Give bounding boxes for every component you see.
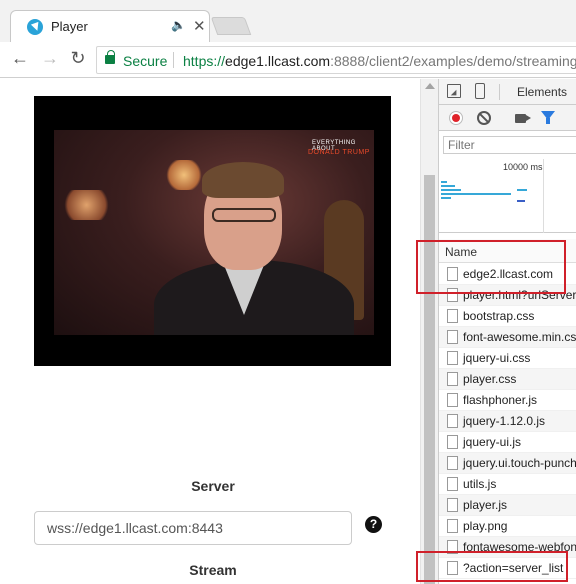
request-name: player.js <box>463 498 508 512</box>
toolbar-divider <box>499 84 500 100</box>
url-text[interactable]: https://edge1.llcast.com:8888/client2/ex… <box>183 53 576 69</box>
file-icon <box>447 456 458 470</box>
url-host: edge1.llcast.com <box>225 53 331 69</box>
navigation-bar: ← → ↻ Secure https://edge1.llcast.com:88… <box>0 42 576 78</box>
file-icon <box>447 393 458 407</box>
url-path: :8888/client2/examples/demo/streaming <box>330 53 576 69</box>
person-hair <box>202 162 284 198</box>
timeline-bar <box>441 181 447 183</box>
request-name: jquery-ui.css <box>463 351 531 365</box>
request-row[interactable]: jquery-1.12.0.js <box>439 411 576 432</box>
stream-label: Stream <box>189 562 237 578</box>
new-tab-button[interactable] <box>210 17 252 35</box>
request-name: utils.js <box>463 477 497 491</box>
request-name: font-awesome.min.css <box>463 330 576 344</box>
tab-player[interactable]: Player 🔈 ✕ <box>10 10 210 42</box>
device-toggle-icon[interactable] <box>475 83 485 99</box>
page-scrollbar[interactable] <box>420 79 438 584</box>
request-name: jquery-1.12.0.js <box>463 414 546 428</box>
request-name: bootstrap.css <box>463 309 535 323</box>
reload-icon[interactable]: ↻ <box>66 48 90 69</box>
highlight-box-first-request <box>416 240 566 294</box>
request-row[interactable]: jquery.ui.touch-punch <box>439 453 576 474</box>
forward-arrow-icon[interactable]: → <box>38 48 62 69</box>
video-player[interactable]: EVERYTHING ABOUT DONALD TRUMP <box>34 96 391 366</box>
request-name: flashphoner.js <box>463 393 538 407</box>
file-icon <box>447 477 458 491</box>
filter-input[interactable] <box>443 136 576 154</box>
record-icon[interactable] <box>449 111 463 125</box>
file-icon <box>447 309 458 323</box>
file-icon <box>447 351 458 365</box>
scroll-up-arrow-icon[interactable] <box>425 83 435 89</box>
capture-screenshots-icon[interactable] <box>515 114 531 123</box>
clear-icon[interactable] <box>477 111 491 125</box>
file-icon <box>447 435 458 449</box>
secure-label[interactable]: Secure <box>123 53 167 69</box>
devtools-panel: Elements 10000 ms Name edge2.llcast.comp… <box>438 79 576 584</box>
network-toolbar <box>439 105 576 131</box>
timeline-gridline <box>543 159 544 233</box>
server-label: Server <box>191 478 235 494</box>
timeline-bar <box>441 193 511 195</box>
request-name: player.css <box>463 372 517 386</box>
highlight-box-last-request <box>416 551 568 582</box>
tab-elements[interactable]: Elements <box>517 85 567 99</box>
request-row[interactable]: jquery-ui.css <box>439 348 576 369</box>
devtools-toolbar: Elements <box>439 79 576 105</box>
lamp-light-left <box>59 190 114 220</box>
file-icon <box>447 498 458 512</box>
lamp-light <box>164 160 204 190</box>
request-row[interactable]: player.css <box>439 369 576 390</box>
request-row[interactable]: bootstrap.css <box>439 306 576 327</box>
request-name: jquery.ui.touch-punch <box>463 456 576 470</box>
file-icon <box>447 414 458 428</box>
lock-icon[interactable] <box>105 50 115 64</box>
timeline-bar <box>441 185 455 187</box>
server-input[interactable] <box>34 511 352 545</box>
request-row[interactable]: player.js <box>439 495 576 516</box>
timeline-bar <box>517 189 527 191</box>
help-icon[interactable]: ? <box>365 516 382 533</box>
inspect-element-icon[interactable] <box>447 84 461 98</box>
video-caption-bottom: DONALD TRUMP <box>308 149 370 156</box>
request-row[interactable]: font-awesome.min.css <box>439 327 576 348</box>
back-arrow-icon[interactable]: ← <box>8 48 32 69</box>
request-name: play.png <box>463 519 508 533</box>
timeline-bar <box>517 200 525 202</box>
page-content: EVERYTHING ABOUT DONALD TRUMP Server ? S… <box>0 79 420 584</box>
request-row[interactable]: play.png <box>439 516 576 537</box>
video-frame: EVERYTHING ABOUT DONALD TRUMP <box>54 130 374 335</box>
person-glasses <box>212 208 276 222</box>
address-bar[interactable]: Secure https://edge1.llcast.com:8888/cli… <box>96 46 576 74</box>
close-icon[interactable]: ✕ <box>193 17 206 35</box>
flashphoner-favicon-icon <box>27 19 43 35</box>
tab-strip: Player 🔈 ✕ <box>0 0 576 42</box>
request-row[interactable]: utils.js <box>439 474 576 495</box>
file-icon <box>447 330 458 344</box>
omnibox-separator <box>173 52 174 68</box>
request-name: jquery-ui.js <box>463 435 522 449</box>
request-row[interactable]: jquery-ui.js <box>439 432 576 453</box>
filter-icon[interactable] <box>541 111 555 124</box>
timeline-bar <box>441 197 451 199</box>
tab-title: Player <box>51 19 88 34</box>
url-scheme: https:// <box>183 53 226 69</box>
network-timeline[interactable]: 10000 ms <box>439 159 576 233</box>
timeline-bar <box>441 189 461 191</box>
request-row[interactable]: flashphoner.js <box>439 390 576 411</box>
file-icon <box>447 372 458 386</box>
timeline-label: 10000 ms <box>503 162 543 172</box>
speaker-icon[interactable]: 🔈 <box>171 18 186 32</box>
file-icon <box>447 519 458 533</box>
scrollbar-thumb[interactable] <box>424 175 435 584</box>
